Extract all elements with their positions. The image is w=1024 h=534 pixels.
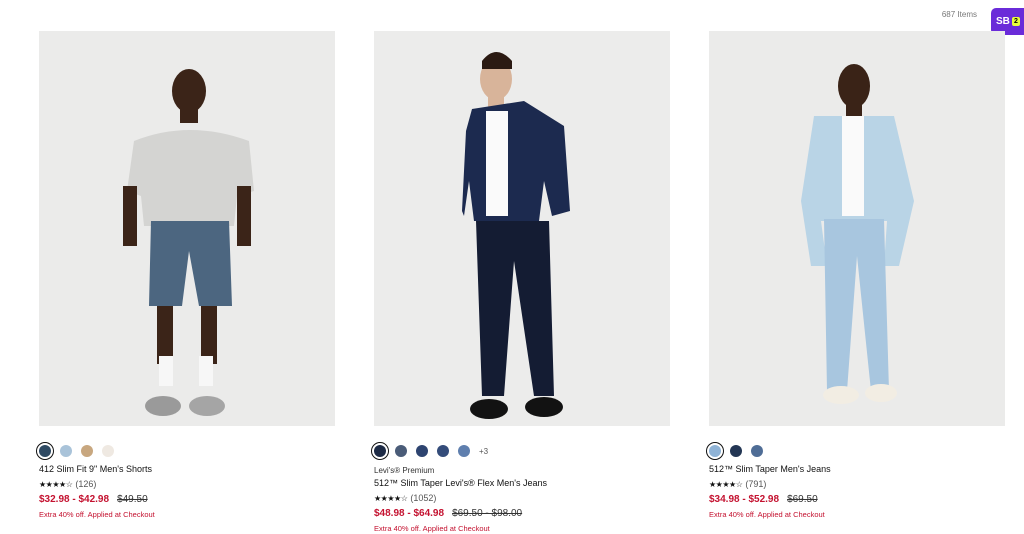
- color-swatch[interactable]: [751, 445, 763, 457]
- star-rating-icon: ★★★★☆: [374, 493, 408, 503]
- product-rating: ★★★★☆ (126): [39, 479, 335, 489]
- promo-text: Extra 40% off. Applied at Checkout: [374, 524, 490, 533]
- product-name[interactable]: 512™ Slim Taper Men's Jeans: [709, 464, 1005, 474]
- review-count[interactable]: (791): [745, 479, 766, 489]
- product-image[interactable]: [709, 31, 1005, 426]
- review-count[interactable]: (126): [75, 479, 96, 489]
- color-swatch[interactable]: [458, 445, 470, 457]
- product-price: $32.98 - $42.98 $49.50: [39, 494, 335, 505]
- sb-label: SB: [996, 16, 1010, 27]
- original-price: $69.50 - $98.00: [452, 508, 523, 519]
- model-jacket-illustration: [374, 31, 670, 426]
- items-count: 687 Items: [941, 10, 977, 19]
- color-swatch[interactable]: [102, 445, 114, 457]
- sale-price: $48.98 - $64.98: [374, 508, 445, 519]
- sb-count-badge: 2: [1011, 17, 1020, 26]
- product-image[interactable]: [39, 31, 335, 426]
- review-count[interactable]: (1052): [410, 493, 436, 503]
- product-brand: Levi's® Premium: [374, 466, 435, 475]
- color-swatch[interactable]: [730, 445, 742, 457]
- product-rating: ★★★★☆ (1052): [374, 493, 670, 503]
- product-name[interactable]: 412 Slim Fit 9" Men's Shorts: [39, 464, 335, 474]
- color-swatch[interactable]: [36, 442, 54, 460]
- product-card[interactable]: 512™ Slim Taper Men's Jeans ★★★★☆ (791) …: [706, 31, 1005, 519]
- color-swatch[interactable]: [371, 442, 389, 460]
- color-swatch[interactable]: [81, 445, 93, 457]
- more-colors-link[interactable]: +3: [479, 447, 488, 456]
- color-swatches: [706, 442, 1005, 460]
- color-swatch[interactable]: [437, 445, 449, 457]
- sale-price: $32.98 - $42.98: [39, 494, 110, 505]
- product-card[interactable]: +3 Levi's® Premium 512™ Slim Taper Levi'…: [371, 31, 670, 533]
- original-price: $69.50: [787, 494, 818, 505]
- star-rating-icon: ★★★★☆: [39, 479, 73, 489]
- star-rating-icon: ★★★★☆: [709, 479, 743, 489]
- color-swatches: +3: [371, 442, 670, 460]
- color-swatch[interactable]: [395, 445, 407, 457]
- color-swatches: [36, 442, 335, 460]
- promo-text: Extra 40% off. Applied at Checkout: [709, 510, 825, 519]
- sale-price: $34.98 - $52.98: [709, 494, 780, 505]
- product-rating: ★★★★☆ (791): [709, 479, 1005, 489]
- product-image[interactable]: [374, 31, 670, 426]
- product-name[interactable]: 512™ Slim Taper Levi's® Flex Men's Jeans: [374, 478, 670, 488]
- color-swatch[interactable]: [706, 442, 724, 460]
- model-light-denim-illustration: [709, 31, 1005, 426]
- original-price: $49.50: [117, 494, 148, 505]
- product-card[interactable]: 412 Slim Fit 9" Men's Shorts ★★★★☆ (126)…: [36, 31, 335, 519]
- model-shorts-illustration: [39, 31, 335, 426]
- product-price: $48.98 - $64.98 $69.50 - $98.00: [374, 508, 670, 519]
- color-swatch[interactable]: [60, 445, 72, 457]
- promo-text: Extra 40% off. Applied at Checkout: [39, 510, 155, 519]
- color-swatch[interactable]: [416, 445, 428, 457]
- product-price: $34.98 - $52.98 $69.50: [709, 494, 1005, 505]
